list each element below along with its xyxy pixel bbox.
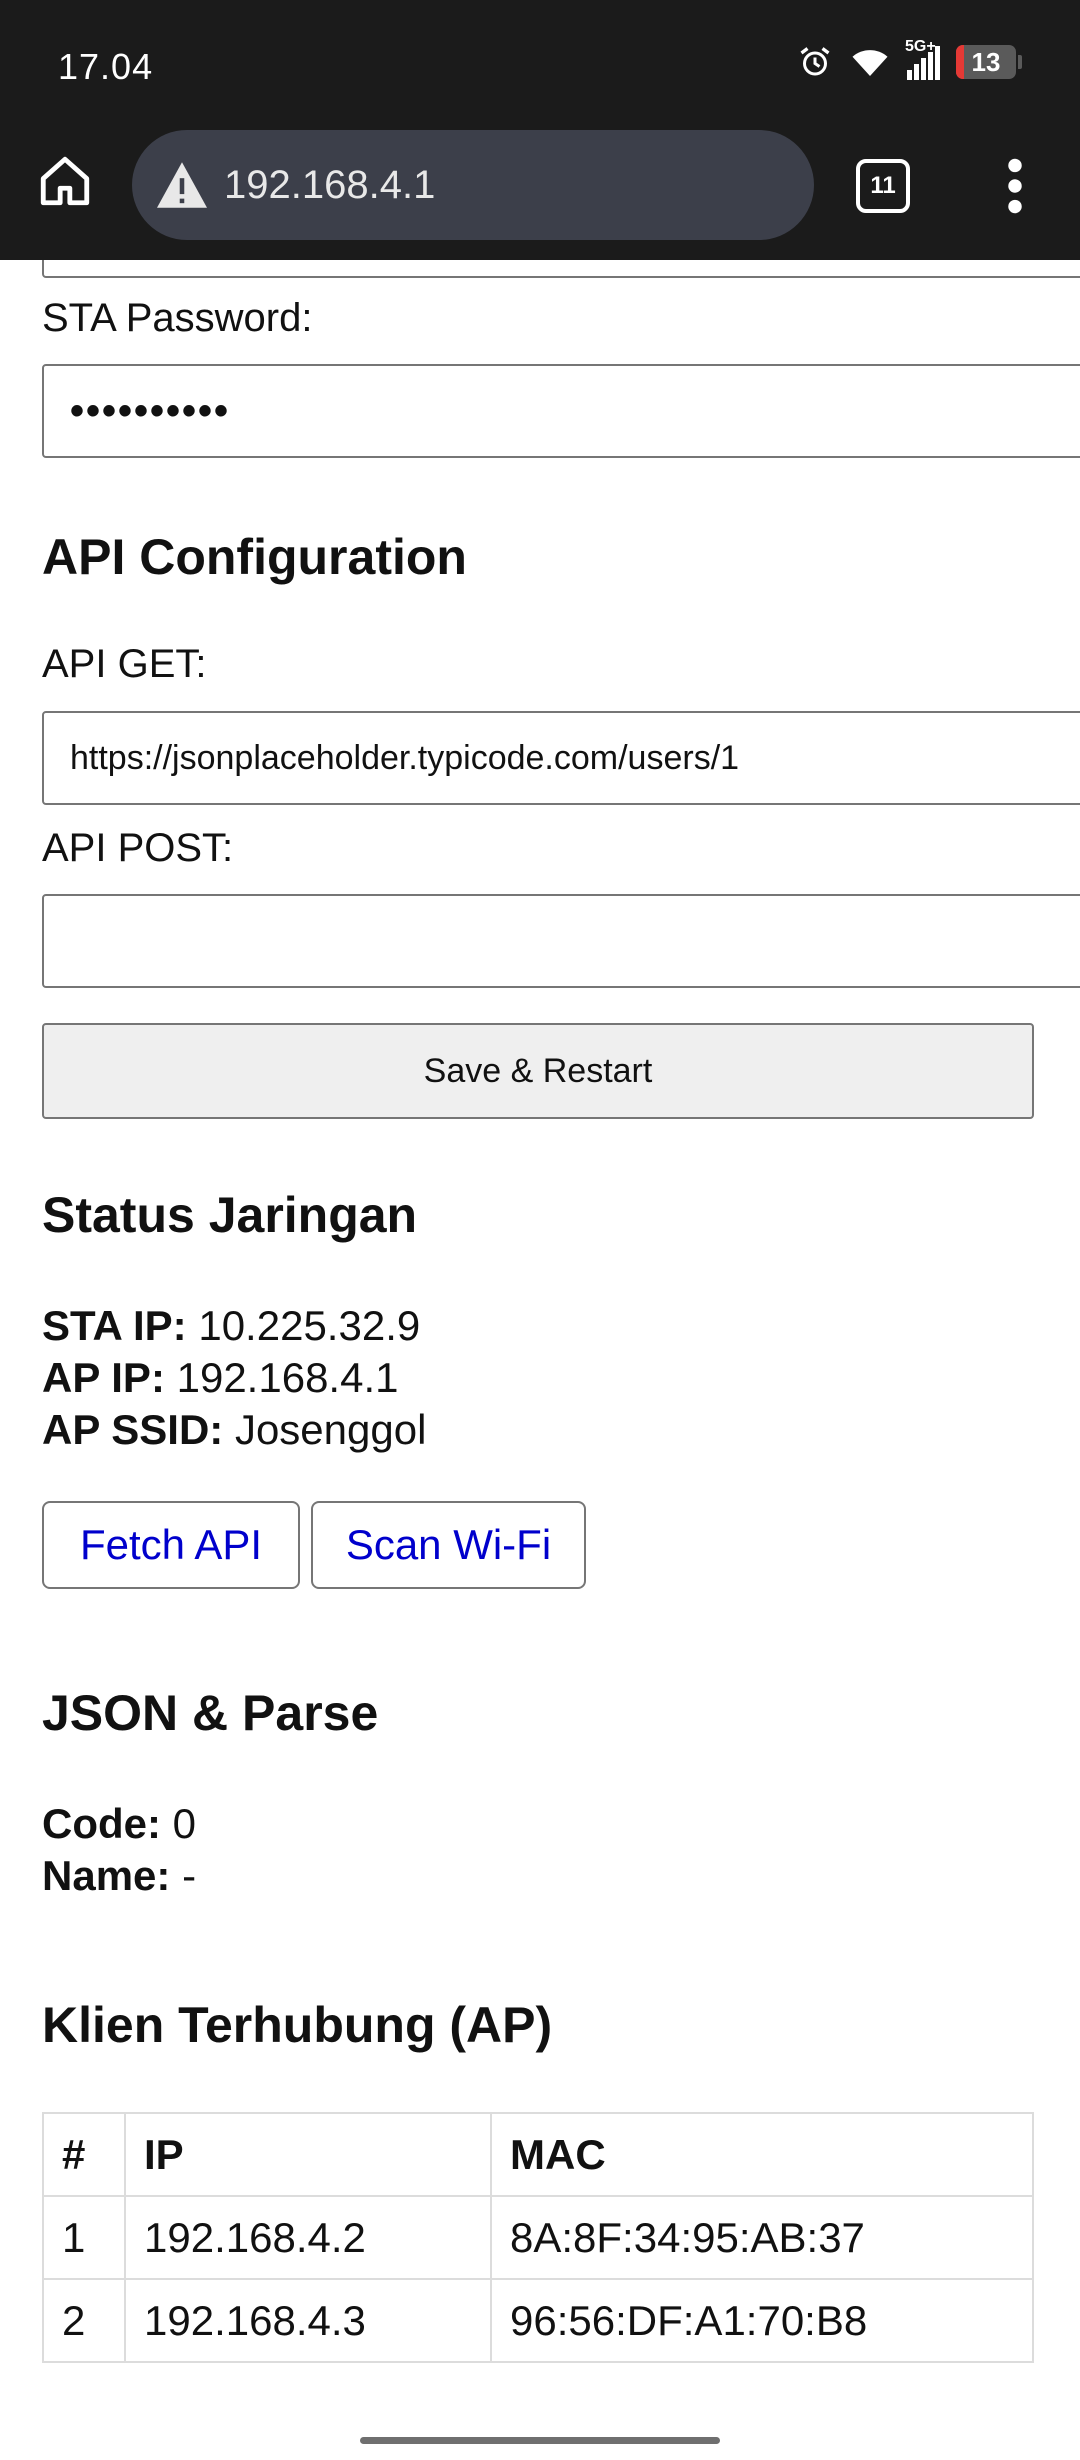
sta-password-field[interactable]: ••••••••••	[42, 364, 1080, 458]
battery-icon: 13	[956, 45, 1016, 79]
ap-ssid-label: AP SSID:	[42, 1406, 224, 1453]
column-header-ip: IP	[124, 2112, 492, 2197]
client-mac: 96:56:DF:A1:70:B8	[490, 2278, 1034, 2363]
system-icons: 5G+ 13	[797, 38, 1022, 80]
battery-percent: 13	[971, 46, 1001, 77]
ap-ip-label: AP IP:	[42, 1354, 165, 1401]
not-secure-warning-icon[interactable]	[154, 160, 210, 210]
ap-ip-row: AP IP: 192.168.4.1	[42, 1354, 398, 1402]
client-ip: 192.168.4.3	[124, 2278, 492, 2363]
scan-wifi-button[interactable]: Scan Wi-Fi	[311, 1501, 586, 1589]
api-post-field[interactable]	[42, 894, 1080, 988]
fetch-api-button[interactable]: Fetch API	[42, 1501, 300, 1589]
api-get-value: https://jsonplaceholder.typicode.com/use…	[70, 738, 740, 777]
column-header-number: #	[42, 2112, 126, 2197]
clock: 17.04	[58, 46, 154, 87]
api-post-label: API POST:	[42, 826, 234, 870]
sta-password-value: ••••••••••	[70, 388, 231, 433]
sta-ip-label: STA IP:	[42, 1302, 187, 1349]
sta-ip-value: 10.225.32.9	[198, 1302, 421, 1349]
home-icon[interactable]	[36, 152, 94, 210]
name-row: Name: -	[42, 1852, 196, 1900]
code-value: 0	[172, 1800, 197, 1847]
column-header-mac: MAC	[490, 2112, 1034, 2197]
json-parse-heading: JSON & Parse	[42, 1685, 379, 1741]
client-number: 2	[42, 2278, 126, 2363]
page-content: STA Password: •••••••••• API Configurati…	[0, 260, 1080, 2460]
ap-ssid-row: AP SSID: Josenggol	[42, 1406, 426, 1454]
api-get-field[interactable]: https://jsonplaceholder.typicode.com/use…	[42, 711, 1080, 805]
alarm-icon	[800, 47, 830, 76]
table-header-row: # IP MAC	[42, 2112, 1034, 2197]
name-label: Name:	[42, 1852, 171, 1899]
browser-toolbar: 192.168.4.1 11	[0, 130, 1080, 260]
sta-ip-row: STA IP: 10.225.32.9	[42, 1302, 420, 1350]
table-row: 2 192.168.4.3 96:56:DF:A1:70:B8	[42, 2278, 1034, 2363]
client-number: 1	[42, 2195, 126, 2280]
network-type-label: 5G+	[905, 38, 936, 55]
client-ip: 192.168.4.2	[124, 2195, 492, 2280]
wifi-icon	[852, 50, 888, 76]
network-status-heading: Status Jaringan	[42, 1187, 418, 1243]
clients-table: # IP MAC 1 192.168.4.2 8A:8F:34:95:AB:37…	[42, 2112, 1034, 2363]
5g-signal-icon: 5G+	[905, 38, 940, 80]
name-value: -	[182, 1852, 197, 1899]
api-configuration-heading: API Configuration	[42, 529, 467, 585]
client-mac: 8A:8F:34:95:AB:37	[490, 2195, 1034, 2280]
code-label: Code:	[42, 1800, 161, 1847]
api-get-label: API GET:	[42, 642, 207, 686]
sta-password-label: STA Password:	[42, 296, 313, 340]
address-bar[interactable]: 192.168.4.1	[132, 130, 814, 240]
ap-ip-value: 192.168.4.1	[176, 1354, 399, 1401]
code-row: Code: 0	[42, 1800, 196, 1848]
status-bar: 17.04 5G+ 13	[0, 0, 1080, 130]
tab-switcher-button[interactable]: 11	[856, 159, 910, 213]
url-text[interactable]: 192.168.4.1	[224, 163, 435, 208]
more-options-icon[interactable]	[1000, 158, 1030, 214]
connected-clients-heading: Klien Terhubung (AP)	[42, 1997, 553, 2053]
ap-ssid-value: Josenggol	[234, 1406, 427, 1453]
save-restart-button[interactable]: Save & Restart	[42, 1023, 1034, 1119]
sta-ssid-field[interactable]	[42, 260, 1080, 278]
gesture-navigation-bar[interactable]	[360, 2437, 720, 2444]
table-row: 1 192.168.4.2 8A:8F:34:95:AB:37	[42, 2195, 1034, 2280]
